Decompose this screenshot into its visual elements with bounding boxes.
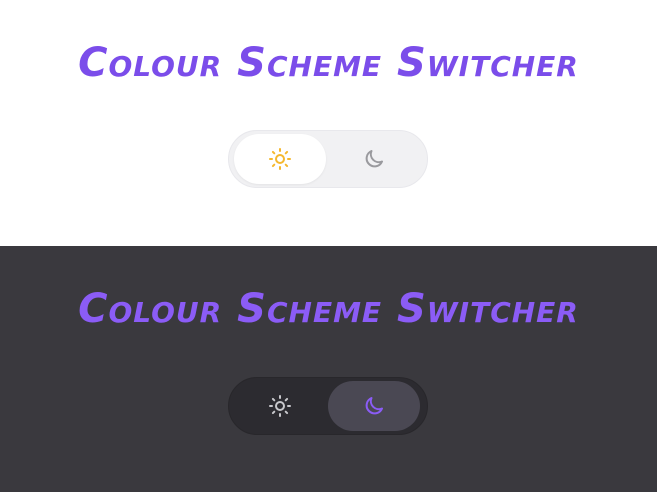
sun-icon bbox=[269, 395, 291, 417]
light-scheme-panel: Colour Scheme Switcher bbox=[0, 0, 657, 246]
light-mode-option[interactable] bbox=[234, 134, 326, 184]
sun-icon bbox=[269, 148, 291, 170]
colour-scheme-switch[interactable] bbox=[228, 130, 428, 188]
page-title: Colour Scheme Switcher bbox=[78, 286, 579, 332]
colour-scheme-switch[interactable] bbox=[228, 377, 428, 435]
dark-mode-option[interactable] bbox=[328, 134, 420, 184]
page-title: Colour Scheme Switcher bbox=[78, 40, 579, 86]
light-mode-option[interactable] bbox=[234, 381, 326, 431]
moon-icon bbox=[365, 397, 383, 415]
dark-mode-option[interactable] bbox=[328, 381, 420, 431]
moon-icon bbox=[365, 150, 383, 168]
dark-scheme-panel: Colour Scheme Switcher bbox=[0, 246, 657, 492]
